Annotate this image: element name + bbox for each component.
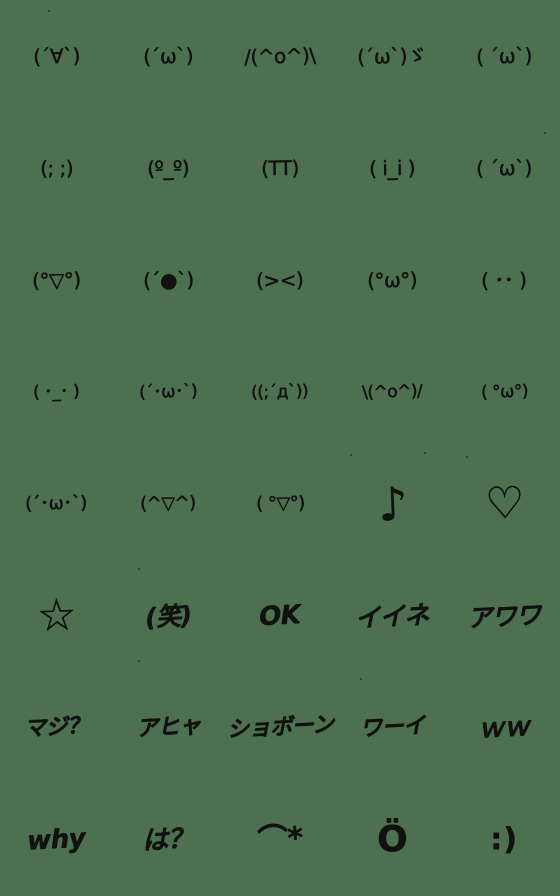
sticker-cell-star-outline[interactable]: ☆ [0, 560, 112, 672]
sticker-cell-word-iine[interactable]: イイネ [336, 560, 448, 672]
sticker-cell-umlaut-o-face[interactable]: Ö [336, 784, 448, 896]
kaomoji-cheering-banzai: \(^o^)/ [361, 380, 423, 403]
sticker-cell-kaomoji-cheering-banzai[interactable]: \(^o^)/ [336, 336, 448, 448]
sticker-cell-kaomoji-blank-dots[interactable]: ( ･･ ) [448, 224, 560, 336]
sticker-cell-kaomoji-happy-closed-eyes[interactable]: (´∀`) [0, 0, 112, 112]
ink-speck [138, 568, 140, 570]
star-outline-icon: ☆ [35, 589, 77, 642]
kaomoji-open-mouth: (´●`) [142, 267, 194, 293]
umlaut-o-face-icon: Ö [376, 819, 408, 860]
ink-speck [360, 678, 362, 680]
sticker-cell-kaomoji-shy-omega[interactable]: ( ´ω`) [448, 112, 560, 224]
sticker-cell-kaomoji-open-mouth[interactable]: (´●`) [112, 224, 224, 336]
sticker-cell-word-ha[interactable]: は？ [112, 784, 224, 896]
sticker-cell-word-why[interactable]: why [0, 784, 112, 896]
kaomoji-sobbing-tt: (TT) [260, 155, 300, 181]
sticker-cell-kaomoji-panic-sweat[interactable]: ((;´д`)) [224, 336, 336, 448]
kaomoji-sparkle-omega: (´･ω･`) [25, 492, 87, 515]
kaomoji-squinting-x: (><) [256, 267, 304, 293]
sticker-cell-heart-outline[interactable]: ♡ [448, 448, 560, 560]
sticker-cell-swoosh-star[interactable]: ⌒* [224, 784, 336, 896]
kaomoji-delighted: (^▽^) [140, 492, 196, 515]
word-maji-really: マジ？ [23, 713, 89, 742]
music-note-icon: ♪ [376, 476, 408, 532]
sticker-cell-kaomoji-omega-smile[interactable]: (´ω`) [112, 0, 224, 112]
sticker-cell-kaomoji-banzai-arms[interactable]: /(^o^)\ [224, 0, 336, 112]
kaomoji-surprised-omega: ( °ω°) [480, 380, 528, 403]
sticker-cell-word-warai[interactable]: (笑) [112, 560, 224, 672]
sticker-cell-kaomoji-surprised-omega[interactable]: ( °ω°) [448, 336, 560, 448]
sticker-cell-music-note[interactable]: ♪ [336, 448, 448, 560]
kaomoji-panic-sweat: ((;´д`)) [251, 380, 309, 403]
smiley-colon-paren-icon: :) [490, 822, 518, 857]
sticker-cell-kaomoji-gentle-omega[interactable]: (´･ω･`) [112, 336, 224, 448]
sticker-cell-word-awawa[interactable]: アワワ [448, 560, 560, 672]
sticker-cell-kaomoji-squinting-x[interactable]: (><) [224, 224, 336, 336]
sticker-cell-kaomoji-delighted[interactable]: (^▽^) [112, 448, 224, 560]
sticker-cell-kaomoji-round-eyes-omega[interactable]: (°ω°) [336, 224, 448, 336]
kaomoji-grin-v-mouth: (°▽°) [31, 267, 81, 293]
word-iine-nice: イイネ [354, 599, 430, 633]
swoosh-star-icon: ⌒* [256, 820, 304, 859]
word-ok: OK [258, 599, 302, 633]
word-shobon: ショボーン [226, 712, 334, 743]
sticker-cell-kaomoji-sad-dot-eyes[interactable]: ( i_i ) [336, 112, 448, 224]
kaomoji-round-eyes-omega: (°ω°) [366, 267, 418, 293]
sticker-cell-kaomoji-sparkle-omega[interactable]: (´･ω･`) [0, 448, 112, 560]
sticker-cell-kaomoji-sobbing-tt[interactable]: (TT) [224, 112, 336, 224]
word-wai-yay: ワーイ [359, 713, 425, 742]
sticker-cell-kaomoji-wink-note[interactable]: (´ω`)ゞ [336, 0, 448, 112]
ink-speck [138, 660, 140, 662]
sticker-cell-word-ok[interactable]: OK [224, 560, 336, 672]
word-warai-laugh: (笑) [144, 600, 192, 632]
sticker-cell-kaomoji-teary-eyes[interactable]: (º_º) [112, 112, 224, 224]
kaomoji-teary-eyes: (º_º) [146, 155, 190, 181]
word-ww-laugh: ｗｗ [477, 711, 531, 745]
ink-speck [48, 10, 50, 12]
ink-speck [350, 454, 352, 456]
sticker-cell-word-wai[interactable]: ワーイ [336, 672, 448, 784]
kaomoji-omega-calm: ( ´ω`) [475, 43, 533, 69]
sticker-cell-kaomoji-neutral-face[interactable]: ( ･_･ ) [0, 336, 112, 448]
kaomoji-crying-tears: (; ;) [39, 155, 73, 181]
word-awawa: アワワ [466, 599, 542, 633]
ink-speck [466, 456, 468, 458]
word-ahya: アヒャ [135, 713, 201, 742]
sticker-cell-kaomoji-excited-v[interactable]: ( °▽°) [224, 448, 336, 560]
kaomoji-blank-dots: ( ･･ ) [481, 267, 527, 293]
word-why: why [26, 823, 86, 857]
kaomoji-neutral-face: ( ･_･ ) [32, 380, 80, 403]
sticker-cell-word-ww[interactable]: ｗｗ [448, 672, 560, 784]
ink-speck [424, 452, 426, 454]
kaomoji-shy-omega: ( ´ω`) [475, 155, 533, 181]
ink-speck [544, 132, 546, 134]
sticker-cell-word-shobon[interactable]: ショボーン [224, 672, 336, 784]
sticker-cell-word-ahya[interactable]: アヒャ [112, 672, 224, 784]
kaomoji-wink-note: (´ω`)ゞ [357, 43, 427, 69]
sticker-cell-kaomoji-grin-v-mouth[interactable]: (°▽°) [0, 224, 112, 336]
kaomoji-omega-smile: (´ω`) [142, 43, 194, 69]
sticker-cell-kaomoji-crying-tears[interactable]: (; ;) [0, 112, 112, 224]
sticker-cell-smiley-colon-paren[interactable]: :) [448, 784, 560, 896]
kaomoji-banzai-arms: /(^o^)\ [244, 43, 316, 69]
heart-outline-icon: ♡ [483, 477, 525, 530]
kaomoji-excited-v: ( °▽°) [255, 492, 305, 515]
kaomoji-happy-closed-eyes: (´∀`) [32, 43, 80, 69]
word-ha-what: は？ [141, 823, 195, 857]
kaomoji-gentle-omega: (´･ω･`) [138, 380, 198, 403]
kaomoji-sad-dot-eyes: ( i_i ) [368, 155, 416, 181]
kaomoji-sticker-sheet: (´∀`) (´ω`) /(^o^)\ (´ω`)ゞ ( ´ω`) (; ;) … [0, 0, 560, 896]
sticker-cell-word-maji[interactable]: マジ？ [0, 672, 112, 784]
sticker-cell-kaomoji-omega-calm[interactable]: ( ´ω`) [448, 0, 560, 112]
